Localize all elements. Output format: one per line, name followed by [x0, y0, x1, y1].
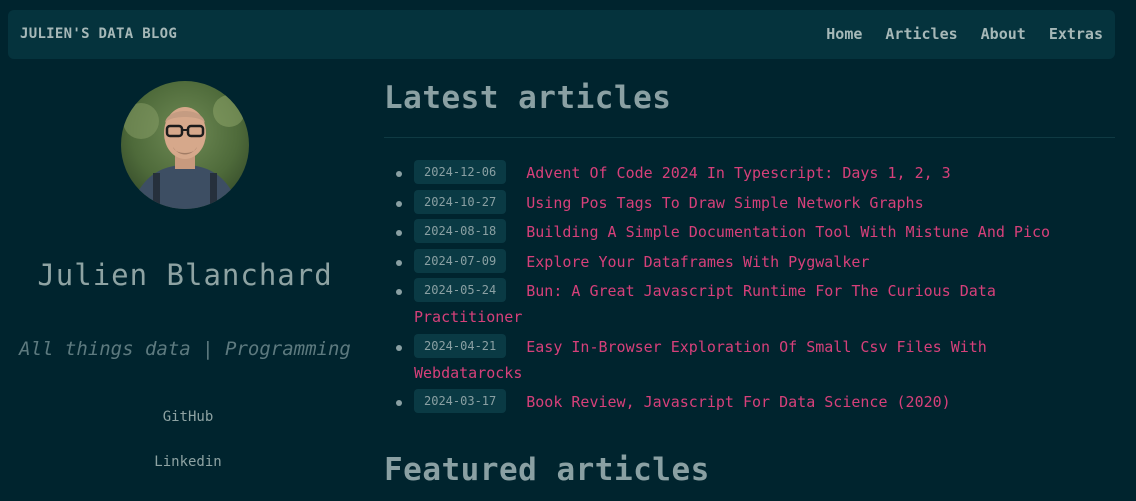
featured-articles-heading: Featured articles: [384, 452, 710, 488]
nav-about[interactable]: About: [981, 25, 1026, 43]
list-item: 2024-12-06 Advent Of Code 2024 In Typescr…: [384, 160, 1104, 186]
list-item: 2024-10-27 Using Pos Tags To Draw Simple …: [384, 189, 1104, 216]
bullet-icon: [396, 289, 402, 295]
date-badge: 2024-03-17: [414, 389, 507, 413]
article-link[interactable]: Advent Of Code 2024 In Typescript: Days …: [526, 164, 950, 182]
linkedin-link[interactable]: Linkedin: [0, 454, 376, 470]
bullet-icon: [396, 171, 402, 177]
list-item: 2024-05-24 Bun: A Great Javascript Runtim…: [384, 278, 1104, 330]
nav-home[interactable]: Home: [826, 25, 862, 43]
article-link[interactable]: Explore Your Dataframes With Pygwalker: [526, 253, 869, 271]
latest-articles-list: 2024-12-06 Advent Of Code 2024 In Typescr…: [384, 160, 1104, 419]
author-name: Julien Blanchard: [37, 258, 333, 292]
site-brand[interactable]: JULIEN'S DATA BLOG: [20, 26, 177, 42]
article-link[interactable]: Building A Simple Documentation Tool Wit…: [526, 223, 1050, 241]
divider: [384, 137, 1115, 138]
bullet-icon: [396, 259, 402, 266]
author-tagline: All things data | Programming: [19, 338, 351, 360]
list-item: 2024-07-09 Explore Your Dataframes With P…: [384, 248, 1104, 275]
date-badge: 2024-07-09: [414, 248, 507, 273]
date-badge: 2024-10-27: [414, 189, 507, 214]
nav-extras[interactable]: Extras: [1049, 25, 1103, 43]
navbar: JULIEN'S DATA BLOG Home Articles About E…: [8, 10, 1115, 59]
list-item: 2024-04-21 Easy In-Browser Exploration Of…: [384, 333, 1104, 386]
date-badge: 2024-05-24: [414, 278, 507, 302]
bullet-icon: [396, 344, 402, 351]
github-link[interactable]: GitHub: [0, 409, 376, 425]
nav-articles[interactable]: Articles: [885, 25, 957, 43]
bullet-icon: [396, 400, 402, 406]
nav-links: Home Articles About Extras: [826, 25, 1103, 43]
date-badge: 2024-12-06: [414, 160, 507, 184]
list-item: 2024-03-17 Book Review, Javascript For Da…: [384, 389, 1104, 415]
date-badge: 2024-08-18: [414, 219, 507, 243]
list-item: 2024-08-18 Building A Simple Documentatio…: [384, 219, 1104, 245]
article-link[interactable]: Book Review, Javascript For Data Science…: [526, 393, 950, 411]
article-link[interactable]: Using Pos Tags To Draw Simple Network Gr…: [526, 194, 923, 212]
latest-articles-heading: Latest articles: [384, 80, 672, 116]
date-badge: 2024-04-21: [414, 333, 507, 358]
avatar: [121, 81, 249, 209]
bullet-icon: [396, 200, 402, 207]
bullet-icon: [396, 230, 402, 236]
